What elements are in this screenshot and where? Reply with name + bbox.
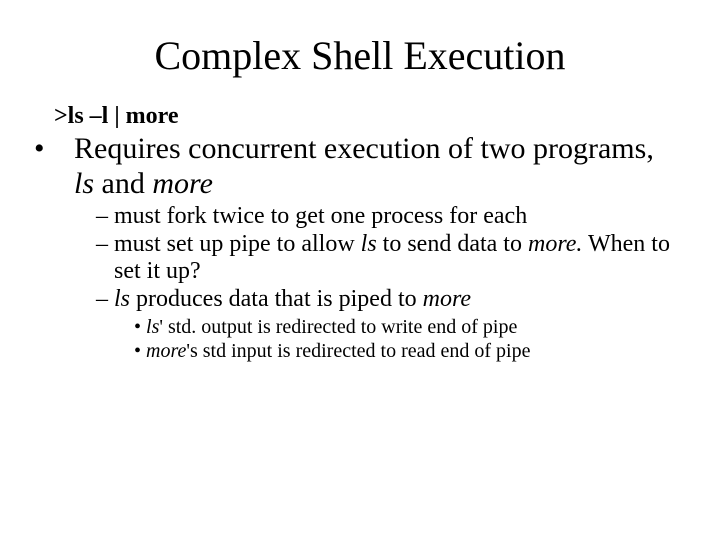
sub-c-more: more xyxy=(423,286,471,312)
subsub-a-rest: ' std. output is redirected to write end… xyxy=(159,316,517,338)
subsub-a-bullet: • xyxy=(134,316,146,338)
sub-b-mid: to send data to xyxy=(377,231,528,257)
bullet1-ls: ls xyxy=(74,167,94,200)
slide-title: Complex Shell Execution xyxy=(0,0,720,99)
sub-b-pre: – must set up pipe to allow xyxy=(96,231,361,257)
bullet1-more: more xyxy=(152,167,213,200)
sub-c-mid: produces data that is piped to xyxy=(130,286,423,312)
sub-b-ls: ls xyxy=(361,231,377,257)
subsub-a-ls: ls xyxy=(146,316,159,338)
subsub-b-more: more xyxy=(146,340,186,362)
subsub-b-bullet: • xyxy=(134,340,146,362)
sub-item-c: – ls produces data that is piped to more xyxy=(96,286,680,314)
sub-c-dash: – xyxy=(96,286,114,312)
sub-sub-list: • ls' std. output is redirected to write… xyxy=(134,315,680,363)
sub-c-ls: ls xyxy=(114,286,130,312)
bullet-level1: •Requires concurrent execution of two pr… xyxy=(54,132,680,201)
subsub-b-rest: 's std input is redirected to read end o… xyxy=(186,340,530,362)
subsub-item-b: • more's std input is redirected to read… xyxy=(134,339,680,363)
slide: Complex Shell Execution >ls –l | more •R… xyxy=(0,0,720,540)
sub-item-a: – must fork twice to get one process for… xyxy=(96,203,680,231)
sub-item-b: – must set up pipe to allow ls to send d… xyxy=(96,231,680,286)
sub-b-more: more. xyxy=(528,231,582,257)
bullet1-mid: and xyxy=(94,167,152,200)
bullet1-pre: Requires concurrent execution of two pro… xyxy=(74,132,654,165)
subsub-item-a: • ls' std. output is redirected to write… xyxy=(134,315,680,339)
bullet-dot: • xyxy=(54,132,74,167)
command-line: >ls –l | more xyxy=(54,103,720,130)
sub-list: – must fork twice to get one process for… xyxy=(96,203,680,313)
